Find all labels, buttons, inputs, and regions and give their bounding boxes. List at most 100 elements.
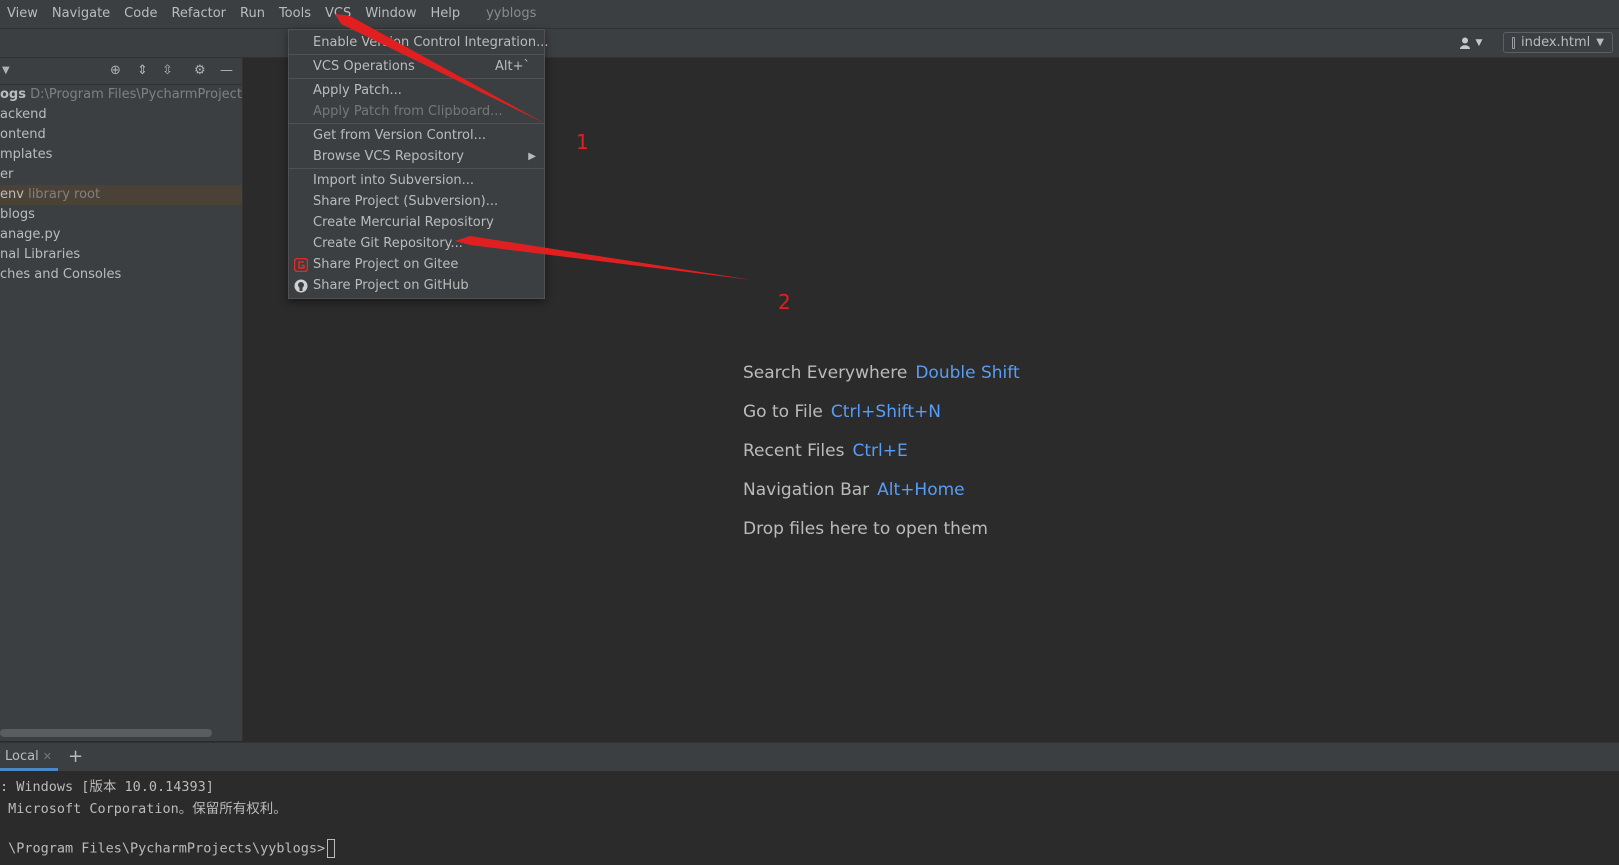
menu-item-label: Create Git Repository... xyxy=(313,236,463,251)
tree-item-venv[interactable]: env library root xyxy=(0,185,242,205)
menu-code[interactable]: Code xyxy=(117,0,164,28)
tab-label: Local xyxy=(5,749,39,764)
terminal-prompt-line: \Program Files\PycharmProjects\yyblogs> xyxy=(0,839,336,858)
vcs-dropdown-menu: Enable Version Control Integration... VC… xyxy=(288,29,549,299)
menu-item-apply-patch[interactable]: Apply Patch... xyxy=(289,80,544,101)
project-panel-header: ▼ ⊕ ⇕ ⇳ ⚙ — xyxy=(0,58,242,85)
terminal-tab-bar: Local ✕ + xyxy=(0,742,1619,772)
hint-search-everywhere: Search Everywhere Double Shift xyxy=(743,363,1020,383)
menu-item-label: Apply Patch... xyxy=(313,83,402,98)
locate-icon[interactable]: ⊕ xyxy=(110,63,121,78)
collapse-all-icon[interactable]: ⇳ xyxy=(162,63,173,78)
tree-item[interactable]: er xyxy=(0,165,242,185)
menu-item-apply-patch-clipboard[interactable]: Apply Patch from Clipboard... xyxy=(289,101,544,122)
tree-item-label: blogs xyxy=(0,207,35,222)
hint-recent-files: Recent Files Ctrl+E xyxy=(743,441,908,461)
tree-item[interactable]: nal Libraries xyxy=(0,245,242,265)
add-tab-button[interactable]: + xyxy=(68,743,83,771)
tree-item[interactable]: anage.py xyxy=(0,225,242,245)
tree-item-hint: library root xyxy=(28,187,101,202)
menu-bar: View Navigate Code Refactor Run Tools VC… xyxy=(0,0,1619,29)
github-icon xyxy=(294,279,308,293)
tree-item-label: ackend xyxy=(0,107,47,122)
menu-item-vcs-operations[interactable]: VCS Operations Alt+` xyxy=(289,56,544,77)
chevron-down-icon: ▼ xyxy=(1596,37,1604,48)
menu-item-import-subversion[interactable]: Import into Subversion... xyxy=(289,170,544,191)
menu-navigate[interactable]: Navigate xyxy=(45,0,117,28)
menu-item-share-github[interactable]: Share Project on GitHub xyxy=(289,275,544,296)
menu-item-label: Import into Subversion... xyxy=(313,173,475,188)
hint-text: Navigation Bar xyxy=(743,480,870,500)
tree-item-label: er xyxy=(0,167,14,182)
project-panel: ▼ ⊕ ⇕ ⇳ ⚙ — ogs D:\Program Files\Pycharm… xyxy=(0,58,243,741)
hint-shortcut: Ctrl+Shift+N xyxy=(830,402,941,422)
chevron-down-icon: ▼ xyxy=(1475,38,1483,48)
menu-item-shortcut: Alt+` xyxy=(495,59,530,74)
menu-tools[interactable]: Tools xyxy=(272,0,318,28)
terminal-line: Microsoft Corporation。保留所有权利。 xyxy=(0,801,287,817)
menu-item-label: VCS Operations xyxy=(313,59,415,74)
tree-item[interactable]: ches and Consoles xyxy=(0,265,242,285)
menu-item-label: Share Project (Subversion)... xyxy=(313,194,499,209)
menu-vcs[interactable]: VCS xyxy=(318,0,358,28)
menu-item-label: Browse VCS Repository xyxy=(313,149,464,164)
menu-item-create-git-repository[interactable]: Create Git Repository... xyxy=(289,233,544,254)
tree-item-label: anage.py xyxy=(0,227,61,242)
expand-all-icon[interactable]: ⇕ xyxy=(137,63,148,78)
hint-navigation-bar: Navigation Bar Alt+Home xyxy=(743,480,965,500)
project-title: yyblogs xyxy=(486,6,537,21)
annotation-label-2: 2 xyxy=(778,290,791,314)
menu-item-label: Enable Version Control Integration... xyxy=(313,35,549,50)
tree-item[interactable]: blogs xyxy=(0,205,242,225)
menu-item-create-mercurial[interactable]: Create Mercurial Repository xyxy=(289,212,544,233)
menu-run[interactable]: Run xyxy=(233,0,272,28)
menu-item-enable-vcs[interactable]: Enable Version Control Integration... xyxy=(289,32,549,53)
hint-text: Go to File xyxy=(743,402,823,422)
user-dropdown-button[interactable]: ▼ xyxy=(1455,33,1487,53)
menu-item-label: Share Project on Gitee xyxy=(313,257,459,272)
menu-separator xyxy=(289,78,544,79)
submenu-arrow-icon: ▶ xyxy=(528,151,536,162)
hint-shortcut: Alt+Home xyxy=(877,480,965,500)
tree-item[interactable]: ackend xyxy=(0,105,242,125)
menu-item-label: Apply Patch from Clipboard... xyxy=(313,104,503,119)
gear-icon[interactable]: ⚙ xyxy=(194,63,206,78)
tree-item[interactable]: mplates xyxy=(0,145,242,165)
tab-local[interactable]: Local ✕ xyxy=(0,743,58,771)
menu-item-label: Share Project on GitHub xyxy=(313,278,469,293)
hide-panel-icon[interactable]: — xyxy=(220,63,233,78)
run-configuration-label: index.html xyxy=(1520,35,1591,50)
user-icon xyxy=(1459,37,1470,49)
terminal-line: : Windows [版本 10.0.14393] xyxy=(0,779,214,795)
hint-text: Drop files here to open them xyxy=(743,519,988,539)
close-icon[interactable]: ✕ xyxy=(43,750,52,763)
file-icon xyxy=(1512,36,1515,49)
tree-item-label: ontend xyxy=(0,127,46,142)
run-configuration-select[interactable]: index.html ▼ xyxy=(1503,32,1613,53)
menu-item-share-subversion[interactable]: Share Project (Subversion)... xyxy=(289,191,544,212)
tree-item-label: nal Libraries xyxy=(0,247,81,262)
tree-item[interactable]: ontend xyxy=(0,125,242,145)
menu-help[interactable]: Help xyxy=(423,0,467,28)
terminal-prompt: \Program Files\PycharmProjects\yyblogs> xyxy=(0,840,326,857)
menu-item-share-gitee[interactable]: Share Project on Gitee xyxy=(289,254,544,275)
menu-separator xyxy=(289,123,544,124)
terminal-output[interactable]: : Windows [版本 10.0.14393] Microsoft Corp… xyxy=(0,771,1619,865)
hint-go-to-file: Go to File Ctrl+Shift+N xyxy=(743,402,941,422)
tree-item-label: ches and Consoles xyxy=(0,267,122,282)
horizontal-scrollbar[interactable] xyxy=(0,729,212,737)
menu-refactor[interactable]: Refactor xyxy=(164,0,233,28)
tree-item-label: mplates xyxy=(0,147,53,162)
menu-window[interactable]: Window xyxy=(358,0,423,28)
menu-view[interactable]: View xyxy=(0,0,45,28)
menu-item-get-from-vcs[interactable]: Get from Version Control... xyxy=(289,125,544,146)
annotation-label-1: 1 xyxy=(576,130,589,154)
hint-shortcut: Double Shift xyxy=(915,363,1020,383)
tree-item-project-root[interactable]: ogs D:\Program Files\PycharmProjects\yyb xyxy=(0,85,242,105)
tree-item-label: env xyxy=(0,187,24,202)
hint-drop-files: Drop files here to open them xyxy=(743,519,988,539)
chevron-down-icon[interactable]: ▼ xyxy=(2,65,10,76)
menu-item-browse-vcs-repository[interactable]: Browse VCS Repository ▶ xyxy=(289,146,544,167)
hint-shortcut: Ctrl+E xyxy=(852,441,908,461)
text-cursor xyxy=(327,839,336,858)
